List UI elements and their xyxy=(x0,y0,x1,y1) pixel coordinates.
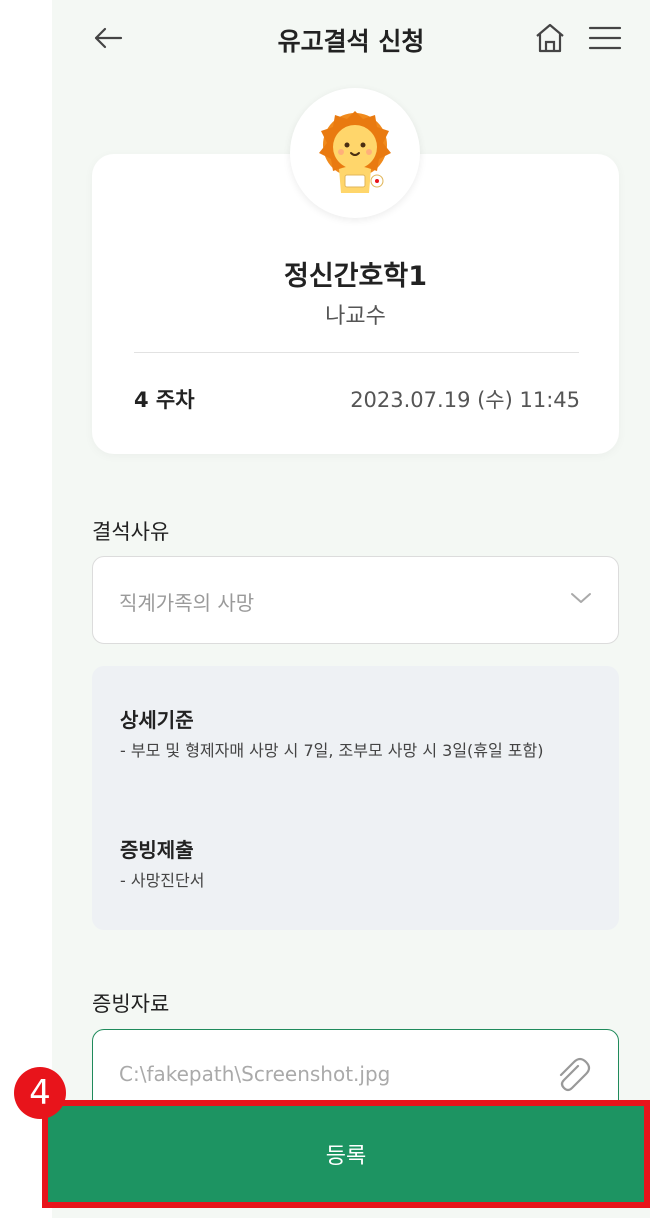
app-screen: 유고결석 신청 정신간호학1 나교수 4 주차 2023.07.19 (수) 1… xyxy=(52,0,650,1218)
menu-button[interactable] xyxy=(586,20,626,56)
class-datetime: 2023.07.19 (수) 11:45 xyxy=(350,388,580,412)
hamburger-menu-icon xyxy=(588,26,622,50)
criteria-text: - 부모 및 형제자매 사망 시 7일, 조부모 사망 시 3일(휴일 포함) xyxy=(120,741,544,760)
home-button[interactable] xyxy=(532,20,568,56)
professor-name: 나교수 xyxy=(325,304,386,329)
chevron-down-icon xyxy=(571,593,591,603)
evidence-label: 증빙자료 xyxy=(92,992,170,1016)
detail-info-box: 상세기준 - 부모 및 형제자매 사망 시 7일, 조부모 사망 시 3일(휴일… xyxy=(92,666,619,930)
attach-button[interactable] xyxy=(552,1056,592,1096)
reason-selected-value: 직계가족의 사망 xyxy=(119,591,255,615)
criteria-title: 상세기준 xyxy=(120,708,194,732)
submit-button-label: 등록 xyxy=(325,1144,367,1169)
course-avatar xyxy=(290,88,420,218)
course-name: 정신간호학1 xyxy=(284,261,427,292)
proof-text: - 사망진단서 xyxy=(120,871,205,890)
card-divider xyxy=(134,352,579,353)
week-label: 4 주차 xyxy=(134,388,195,412)
submit-button[interactable]: 등록 xyxy=(42,1100,650,1208)
paperclip-icon xyxy=(559,1057,591,1092)
home-icon xyxy=(536,23,564,53)
header: 유고결석 신청 xyxy=(52,0,650,80)
lion-mascot-icon xyxy=(319,111,391,193)
step-number-badge: 4 xyxy=(14,1067,66,1119)
proof-title: 증빙제출 xyxy=(120,838,194,862)
reason-label: 결석사유 xyxy=(92,520,170,544)
evidence-file-value: C:\fakepath\Screenshot.jpg xyxy=(119,1062,391,1086)
reason-select[interactable]: 직계가족의 사망 xyxy=(92,556,619,644)
